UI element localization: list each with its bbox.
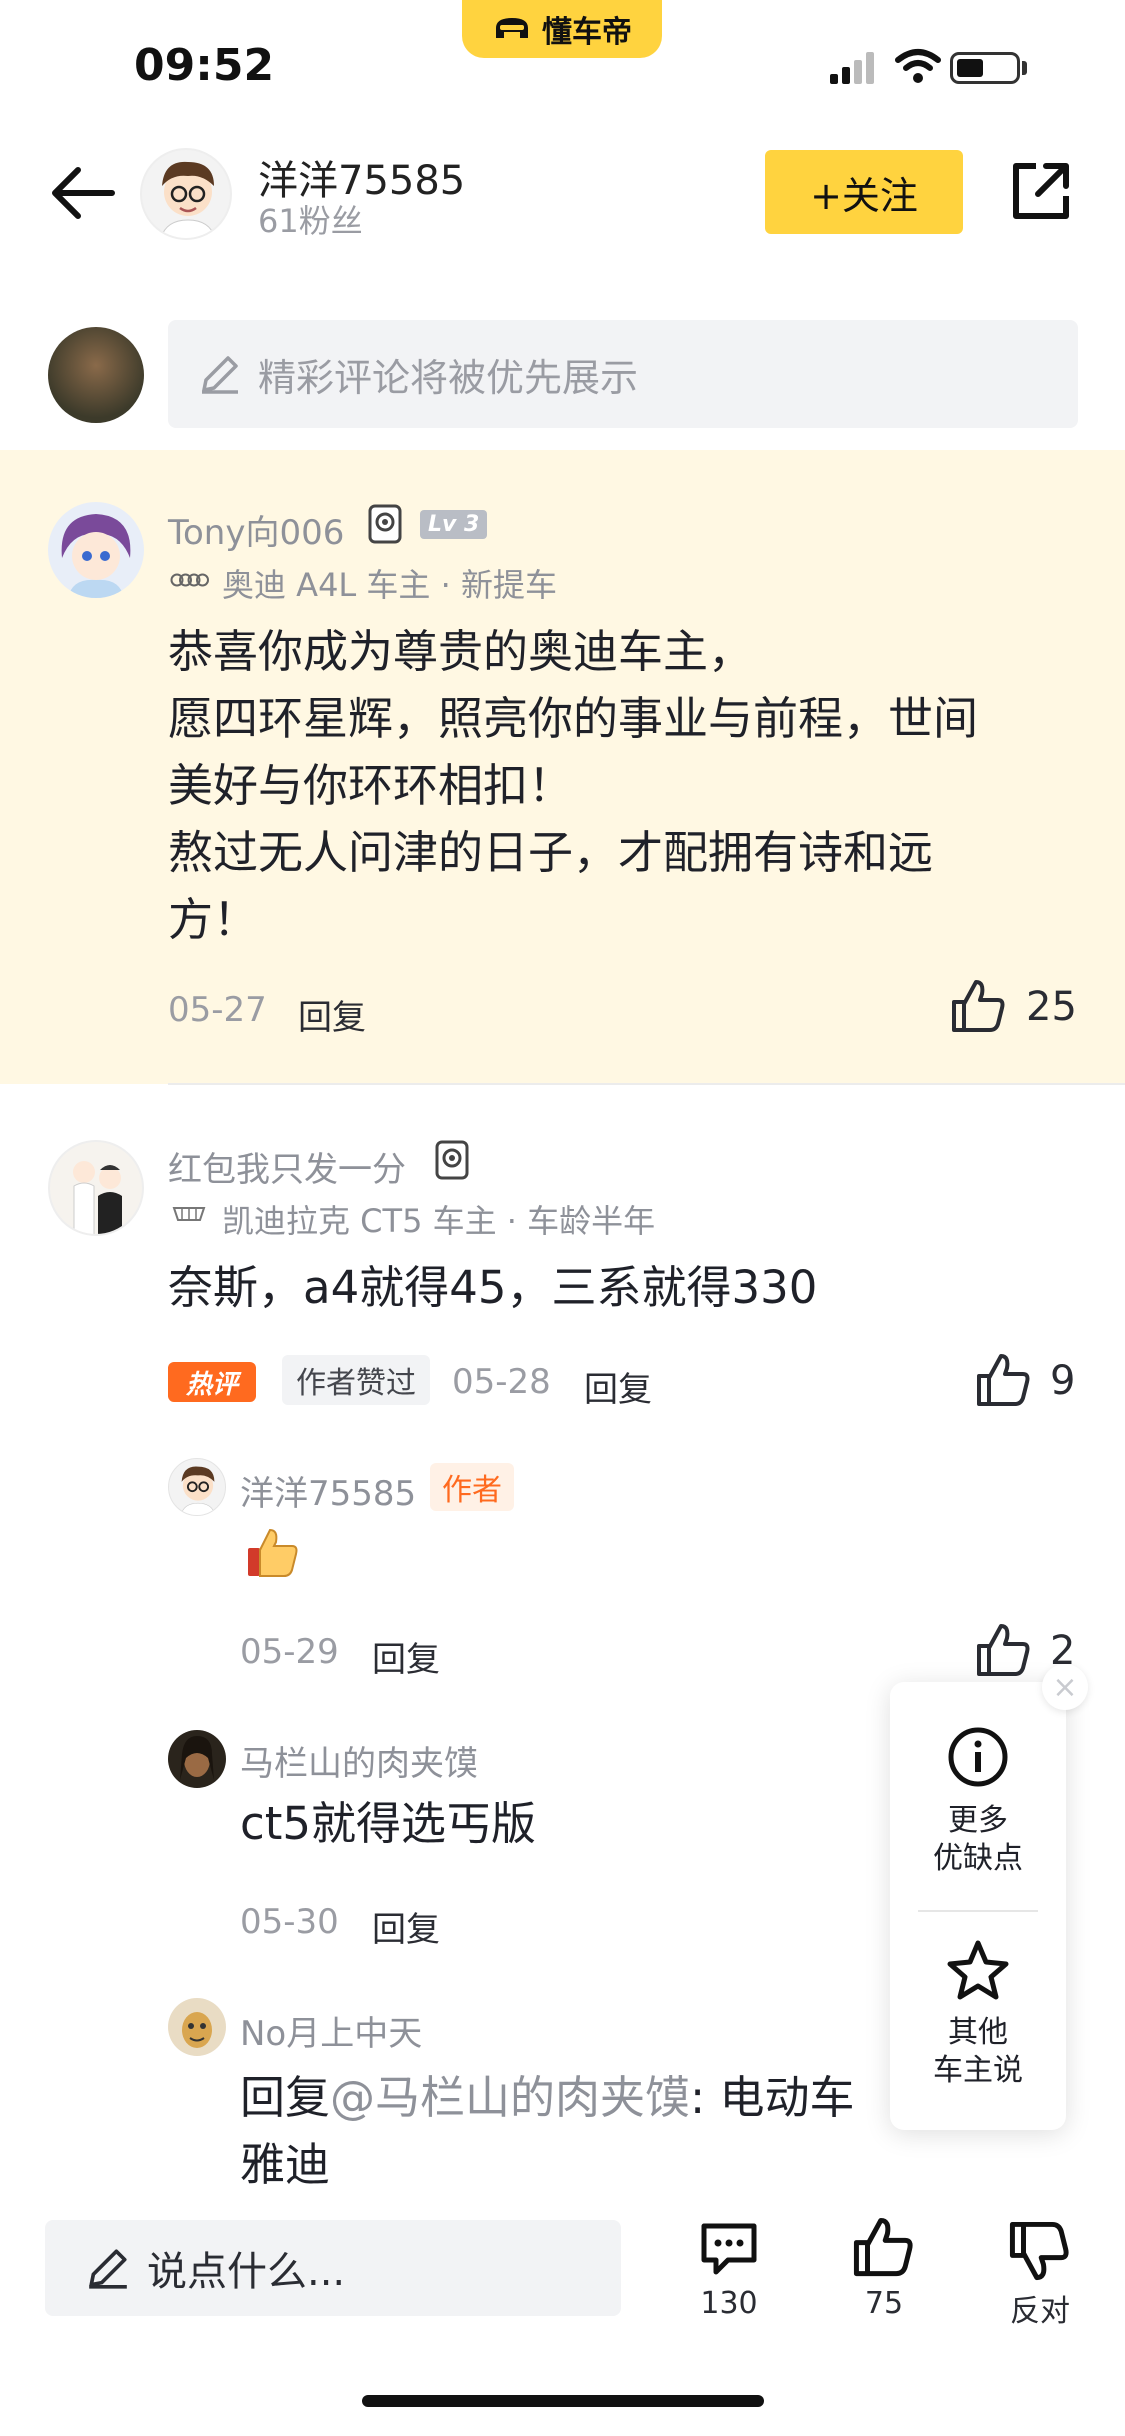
reply-button[interactable]: 回复	[372, 1632, 440, 1681]
comment-username[interactable]: 红包我只发一分	[168, 1142, 406, 1191]
cadillac-logo-icon	[172, 1207, 206, 1221]
verified-badge-icon	[368, 504, 402, 544]
brand-label: 懂车帝	[542, 15, 632, 50]
car-owner-info: 奥迪 A4L 车主 · 新提车	[222, 566, 557, 604]
avatar[interactable]	[168, 1998, 226, 2056]
pros-cons-label-2: 优缺点	[933, 1841, 1023, 1876]
thumbs-up-emoji	[248, 1528, 298, 1577]
comment-date: 05-28	[452, 1362, 551, 1402]
other-owners-link[interactable]: 其他 车主说	[890, 2014, 1066, 2090]
hot-comment-badge: 热评	[168, 1362, 256, 1402]
mention-link[interactable]: @马栏山的肉夹馍	[330, 2071, 690, 2124]
comment-text: 奈斯，a4就得45，三系就得330	[168, 1261, 818, 1314]
verified-badge-icon	[435, 1140, 469, 1180]
reply-username[interactable]: 马栏山的肉夹馍	[240, 1736, 478, 1785]
close-icon[interactable]: ×	[1042, 1664, 1088, 1710]
say-something-input[interactable]: 说点什么...	[45, 2220, 621, 2316]
comment-icon[interactable]	[698, 2220, 760, 2278]
reply-text: ct5就得选丐版	[240, 1797, 537, 1850]
level-badge: Lv 3	[420, 510, 488, 539]
avatar[interactable]	[168, 1458, 226, 1516]
author-badge: 作者	[430, 1463, 514, 1511]
car-logo-icon	[496, 18, 528, 38]
comment-input[interactable]: 精彩评论将被优先展示	[168, 320, 1078, 428]
wifi-icon	[895, 49, 941, 83]
comment-username[interactable]: Tony向006	[168, 505, 344, 554]
home-indicator	[362, 2395, 764, 2407]
like-count: 75	[864, 2286, 904, 2321]
say-placeholder: 说点什么...	[147, 2249, 346, 2295]
info-icon[interactable]	[947, 1726, 1009, 1788]
share-icon[interactable]	[1010, 160, 1072, 222]
battery-tip	[1022, 61, 1027, 75]
pros-cons-link[interactable]: 更多 优缺点	[890, 1802, 1066, 1878]
status-time: 09:52	[134, 40, 275, 91]
my-avatar[interactable]	[48, 327, 144, 423]
like-count: 9	[1050, 1358, 1076, 1404]
comment-line: 愿四环星辉，照亮你的事业与前程，世间	[168, 692, 979, 745]
reply-username[interactable]: No月上中天	[240, 2006, 422, 2055]
battery-icon	[950, 52, 1020, 84]
oppose-label: 反对	[1010, 2294, 1070, 2329]
other-owners-label-1: 其他	[948, 2015, 1008, 2050]
car-owner-info: 凯迪拉克 CT5 车主 · 车龄半年	[222, 1202, 656, 1240]
thumbs-up-icon[interactable]	[975, 1352, 1031, 1408]
reply-text: 回复@马栏山的肉夹馍: 电动车 雅迪	[240, 2064, 900, 2198]
avatar[interactable]	[48, 502, 144, 598]
author-fans-count: 61粉丝	[258, 202, 363, 240]
comment-line: 美好与你环环相扣！	[168, 759, 574, 812]
other-owners-label-2: 车主说	[933, 2053, 1023, 2088]
follow-button[interactable]: +关注	[765, 150, 963, 234]
reply-button[interactable]: 回复	[298, 990, 366, 1039]
divider	[168, 1083, 1125, 1085]
pencil-icon	[202, 356, 238, 394]
comment-count: 130	[700, 2286, 758, 2321]
comment-date: 05-27	[168, 990, 267, 1030]
thumbs-up-icon[interactable]	[852, 2216, 914, 2278]
reply-date: 05-29	[240, 1632, 339, 1672]
reply-prefix: 回复	[240, 2071, 331, 2124]
brand-pill[interactable]: 懂车帝	[462, 0, 662, 58]
signal-icon	[830, 52, 874, 84]
star-icon[interactable]	[945, 1938, 1011, 2004]
reply-line-1: 回复@马栏山的肉夹馍: 电动车	[240, 2064, 900, 2131]
thumbs-up-icon[interactable]	[950, 978, 1006, 1034]
comment-input-placeholder: 精彩评论将被优先展示	[258, 355, 639, 400]
avatar[interactable]	[168, 1730, 226, 1788]
author-liked-badge: 作者赞过	[282, 1355, 430, 1405]
like-count: 25	[1026, 984, 1077, 1030]
avatar[interactable]	[48, 1140, 144, 1236]
thumbs-down-icon[interactable]	[1008, 2220, 1070, 2282]
audi-logo-icon	[170, 573, 209, 587]
comment-text: 恭喜你成为尊贵的奥迪车主， 愿四环星辉，照亮你的事业与前程，世间 美好与你环环相…	[168, 618, 1088, 953]
reply-button[interactable]: 回复	[372, 1902, 440, 1951]
reply-text-part: : 电动车	[690, 2071, 855, 2124]
pros-cons-label-1: 更多	[948, 1803, 1008, 1838]
back-arrow-icon[interactable]	[50, 160, 116, 226]
comment-line: 熬过无人问津的日子，才配拥有诗和远	[168, 826, 934, 879]
reply-date: 05-30	[240, 1902, 339, 1942]
reply-button[interactable]: 回复	[584, 1362, 652, 1411]
panel-divider	[918, 1910, 1038, 1912]
reply-username[interactable]: 洋洋75585	[240, 1466, 416, 1515]
reply-line-2: 雅迪	[240, 2138, 331, 2191]
comment-line: 恭喜你成为尊贵的奥迪车主，	[168, 625, 754, 678]
comment-line: 方！	[168, 893, 259, 946]
thumbs-up-icon[interactable]	[975, 1622, 1031, 1678]
pencil-icon	[89, 2249, 127, 2289]
author-avatar[interactable]	[140, 148, 232, 240]
